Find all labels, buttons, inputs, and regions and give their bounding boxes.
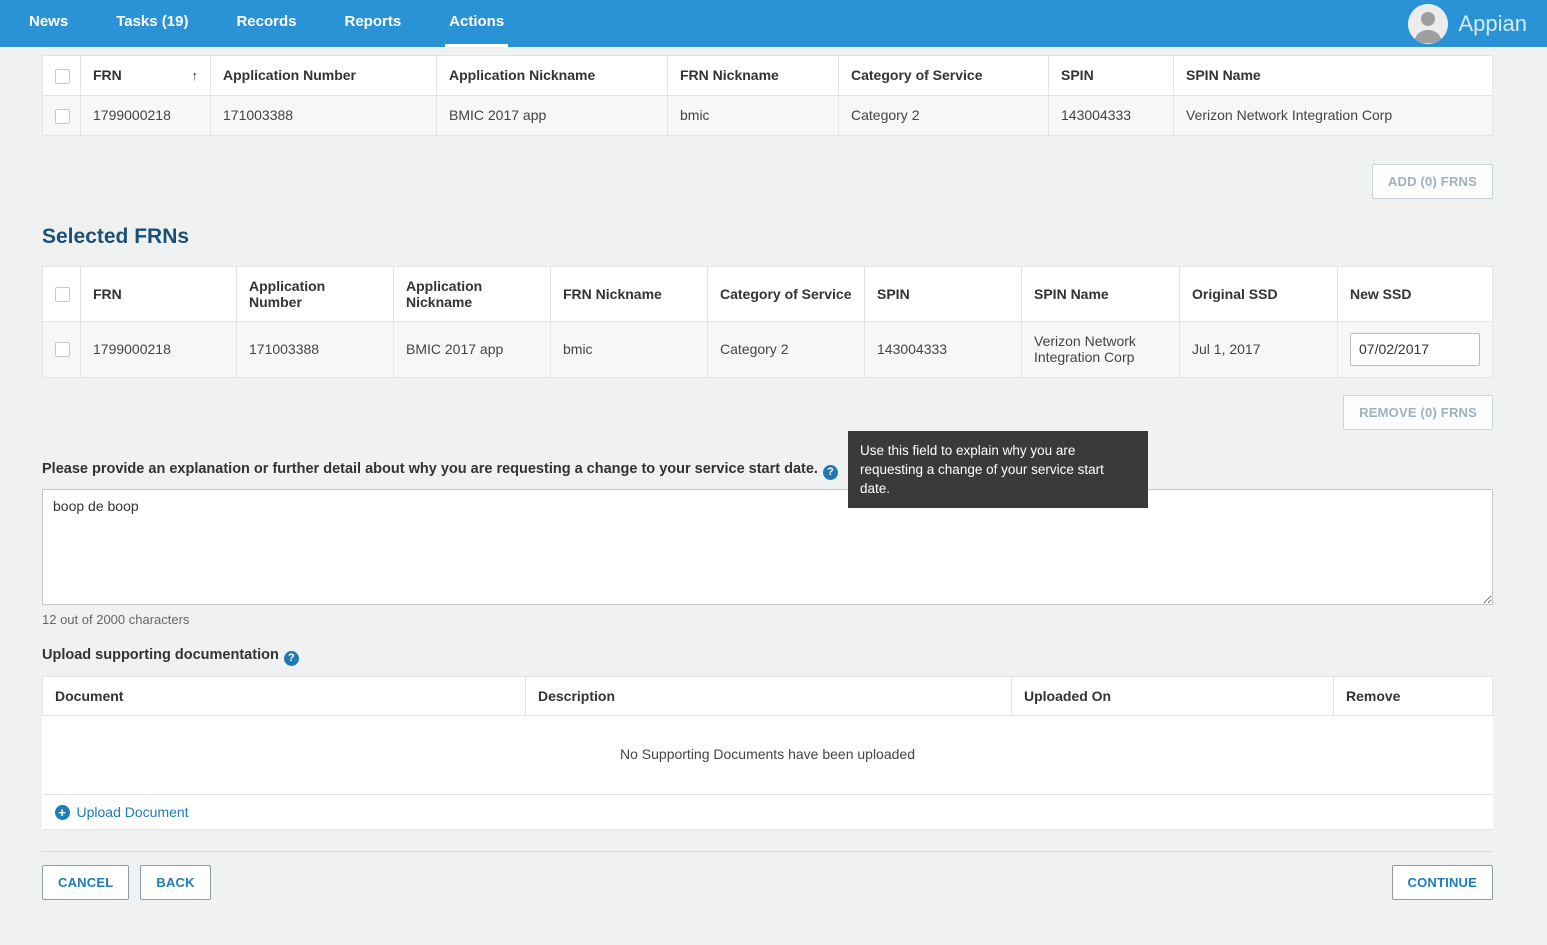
select-all-checkbox[interactable] (55, 69, 70, 84)
nav-item-reports[interactable]: Reports (340, 0, 405, 47)
nav-right: Appian (1408, 0, 1527, 47)
character-count: 12 out of 2000 characters (42, 612, 1493, 627)
cell-application-number: 171003388 (237, 321, 394, 377)
available-frn-row: 1799000218 171003388 BMIC 2017 app bmic … (43, 95, 1493, 135)
select-all-cell (43, 56, 81, 96)
upload-link-row: + Upload Document (43, 794, 1493, 830)
cell-application-nickname: BMIC 2017 app (394, 321, 551, 377)
cell-original-ssd: Jul 1, 2017 (1180, 321, 1338, 377)
column-header-document: Document (43, 676, 526, 715)
nav-item-news[interactable]: News (25, 0, 72, 47)
cell-category-of-service: Category 2 (839, 95, 1049, 135)
column-header-spin-name: SPIN Name (1022, 266, 1180, 321)
row-checkbox[interactable] (55, 342, 70, 357)
available-frns-table: FRN ↑ Application Number Application Nic… (42, 55, 1493, 136)
avatar[interactable] (1408, 4, 1448, 44)
add-frns-button[interactable]: ADD (0) FRNS (1372, 164, 1493, 199)
select-all-checkbox[interactable] (55, 287, 70, 302)
column-header-spin[interactable]: SPIN (1049, 56, 1174, 96)
row-checkbox[interactable] (55, 109, 70, 124)
column-header-category-of-service[interactable]: Category of Service (839, 56, 1049, 96)
back-button[interactable]: BACK (140, 865, 210, 900)
cell-frn: 1799000218 (81, 95, 211, 135)
column-header-uploaded-on: Uploaded On (1012, 676, 1334, 715)
empty-state-row: No Supporting Documents have been upload… (43, 715, 1493, 794)
cell-spin-name: Verizon Network Integration Corp (1174, 95, 1493, 135)
explanation-textarea[interactable]: boop de boop (42, 489, 1493, 605)
tooltip: Use this field to explain why you are re… (848, 431, 1148, 508)
column-header-remove: Remove (1334, 676, 1493, 715)
appian-logo: Appian (1458, 11, 1527, 37)
column-header-new-ssd: New SSD (1338, 266, 1493, 321)
explanation-section: Use this field to explain why you are re… (42, 460, 1493, 627)
selected-frns-table: FRN Application Number Application Nickn… (42, 266, 1493, 378)
column-header-application-nickname: Application Nickname (394, 266, 551, 321)
cell-category-of-service: Category 2 (708, 321, 865, 377)
plus-icon: + (55, 805, 70, 820)
help-icon[interactable]: ? (823, 465, 838, 480)
column-header-frn-nickname: FRN Nickname (551, 266, 708, 321)
upload-documents-table: Document Description Uploaded On Remove … (42, 676, 1493, 831)
available-frns-header-row: FRN ↑ Application Number Application Nic… (43, 56, 1493, 96)
nav-item-records[interactable]: Records (232, 0, 300, 47)
column-header-frn-label: FRN (93, 67, 122, 83)
selected-frns-heading: Selected FRNs (42, 225, 1493, 249)
continue-button[interactable]: CONTINUE (1392, 865, 1494, 900)
cell-application-nickname: BMIC 2017 app (437, 95, 668, 135)
column-header-frn: FRN (81, 266, 237, 321)
main-content: FRN ↑ Application Number Application Nic… (0, 47, 1547, 900)
column-header-application-nickname[interactable]: Application Nickname (437, 56, 668, 96)
selected-frn-row: 1799000218 171003388 BMIC 2017 app bmic … (43, 321, 1493, 377)
column-header-spin-name[interactable]: SPIN Name (1174, 56, 1493, 96)
footer-actions: CANCEL BACK CONTINUE (42, 865, 1493, 900)
upload-link-cell: + Upload Document (43, 794, 1493, 830)
upload-section: Upload supporting documentation? Documen… (42, 646, 1493, 831)
sort-ascending-icon[interactable]: ↑ (192, 68, 199, 83)
column-header-spin: SPIN (865, 266, 1022, 321)
column-header-application-number: Application Number (237, 266, 394, 321)
cell-frn: 1799000218 (81, 321, 237, 377)
cell-frn-nickname: bmic (668, 95, 839, 135)
column-header-description: Description (526, 676, 1012, 715)
upload-document-link-label: Upload Document (77, 804, 189, 820)
cell-new-ssd (1338, 321, 1493, 377)
help-icon[interactable]: ? (284, 651, 299, 666)
upload-document-link[interactable]: + Upload Document (55, 804, 189, 820)
column-header-category-of-service: Category of Service (708, 266, 865, 321)
column-header-original-ssd: Original SSD (1180, 266, 1338, 321)
cell-spin: 143004333 (865, 321, 1022, 377)
select-all-cell (43, 266, 81, 321)
selected-frns-header-row: FRN Application Number Application Nickn… (43, 266, 1493, 321)
cell-spin: 143004333 (1049, 95, 1174, 135)
new-ssd-input[interactable] (1350, 333, 1480, 366)
user-silhouette-icon (1408, 4, 1448, 44)
upload-table-header-row: Document Description Uploaded On Remove (43, 676, 1493, 715)
cell-application-number: 171003388 (211, 95, 437, 135)
nav-items: News Tasks (19) Records Reports Actions (25, 0, 508, 47)
cell-frn-nickname: bmic (551, 321, 708, 377)
column-header-frn[interactable]: FRN ↑ (81, 56, 211, 96)
column-header-frn-nickname[interactable]: FRN Nickname (668, 56, 839, 96)
footer-divider (42, 851, 1493, 852)
nav-item-actions[interactable]: Actions (445, 0, 508, 47)
upload-label: Upload supporting documentation (42, 647, 279, 663)
row-checkbox-cell (43, 321, 81, 377)
explanation-label: Please provide an explanation or further… (42, 461, 818, 477)
top-nav: News Tasks (19) Records Reports Actions … (0, 0, 1547, 47)
empty-state-message: No Supporting Documents have been upload… (43, 715, 1493, 794)
row-checkbox-cell (43, 95, 81, 135)
column-header-application-number[interactable]: Application Number (211, 56, 437, 96)
remove-frns-button[interactable]: REMOVE (0) FRNS (1343, 395, 1493, 430)
cancel-button[interactable]: CANCEL (42, 865, 129, 900)
cell-spin-name: Verizon Network Integration Corp (1022, 321, 1180, 377)
nav-item-tasks[interactable]: Tasks (19) (112, 0, 192, 47)
